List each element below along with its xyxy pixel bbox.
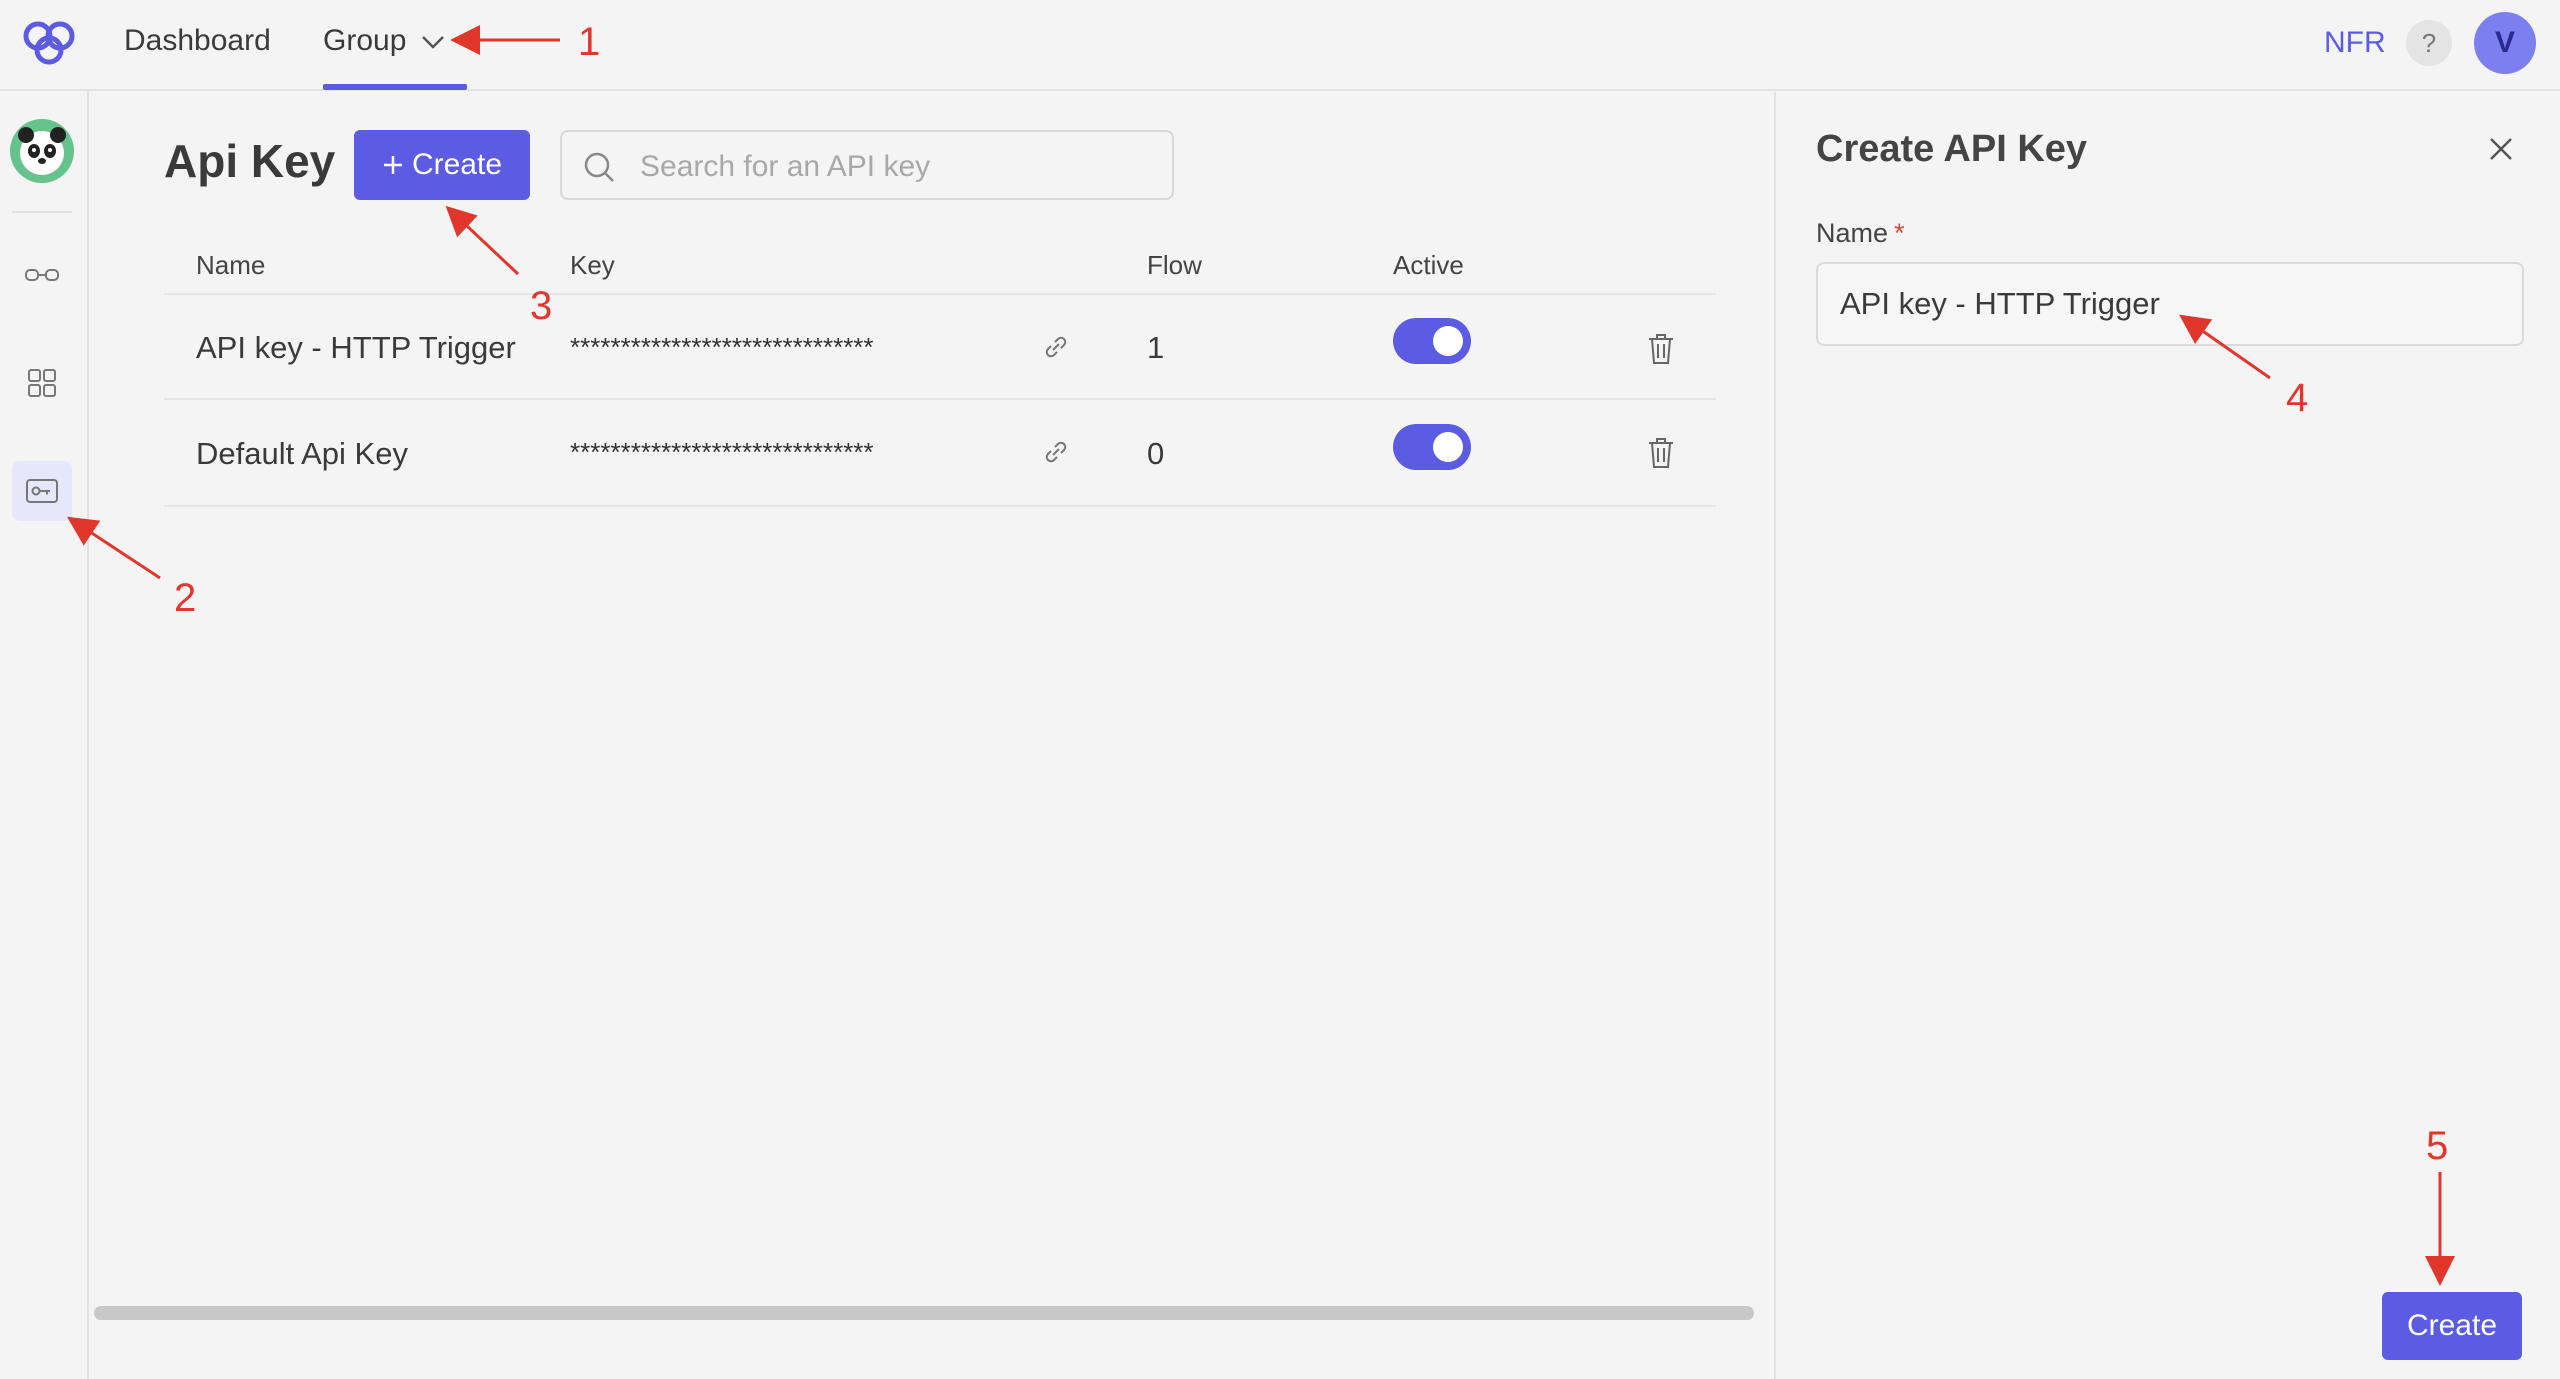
row-flow-count: 0 (1147, 436, 1165, 471)
row-key-masked: ****************************** (570, 332, 874, 362)
column-header-flow[interactable]: Flow (1147, 250, 1202, 281)
active-toggle[interactable] (1393, 424, 1471, 470)
header-divider (164, 293, 1716, 295)
horizontal-scrollbar[interactable] (94, 1306, 1754, 1320)
help-button[interactable]: ? (2406, 20, 2452, 66)
annotation-number: 4 (2286, 376, 2309, 420)
nav-dashboard[interactable]: Dashboard (124, 24, 271, 58)
row-key-masked: ****************************** (570, 437, 874, 467)
annotation-number: 5 (2426, 1124, 2449, 1168)
page-title: Api Key (164, 135, 336, 187)
column-header-active[interactable]: Active (1393, 250, 1464, 281)
column-header-key[interactable]: Key (570, 250, 615, 281)
row-name: API key - HTTP Trigger (196, 330, 516, 365)
create-api-key-button[interactable]: Create (354, 130, 530, 200)
rail-item-flows[interactable] (12, 245, 72, 305)
row-divider (164, 505, 1716, 507)
toggle-knob (1433, 326, 1463, 356)
annotation-number: 2 (174, 576, 197, 620)
close-icon[interactable] (2486, 134, 2516, 164)
left-sidebar (0, 91, 89, 1379)
required-marker: * (1894, 218, 1905, 248)
name-input[interactable] (1816, 262, 2524, 346)
rail-divider (12, 211, 72, 213)
plus-icon (383, 156, 402, 174)
top-navigation-bar: Dashboard Group NFR ? V (0, 0, 2560, 91)
key-icon (26, 479, 58, 503)
drawer-title: Create API Key (1816, 128, 2088, 170)
search-input[interactable]: Search for an API key (560, 130, 1174, 200)
search-placeholder: Search for an API key (640, 150, 931, 183)
user-avatar[interactable]: V (2474, 12, 2536, 74)
name-label-text: Name (1816, 218, 1889, 248)
active-toggle[interactable] (1393, 318, 1471, 364)
rail-item-api-keys[interactable] (12, 461, 72, 521)
trash-icon[interactable] (1646, 332, 1676, 366)
submit-create-button[interactable]: Create (2382, 1292, 2522, 1360)
row-name: Default Api Key (196, 436, 408, 471)
grid-icon (28, 369, 56, 397)
link-nodes-icon (25, 269, 59, 281)
active-tab-indicator (323, 84, 467, 90)
app-logo-icon[interactable] (18, 20, 80, 66)
name-field-label: Name * (1816, 218, 1905, 249)
nav-group[interactable]: Group (323, 24, 406, 58)
workspace-avatar[interactable] (10, 119, 74, 183)
chevron-down-icon[interactable] (420, 32, 446, 52)
create-button-label: Create (411, 148, 503, 181)
user-initial: V (2494, 26, 2515, 59)
help-icon: ? (2421, 27, 2437, 58)
row-flow-count: 1 (1147, 330, 1165, 365)
create-api-key-drawer: Create API Key Name * (1774, 92, 2560, 1379)
panda-avatar-icon (18, 127, 66, 175)
org-switcher[interactable]: NFR (2324, 26, 2386, 60)
trash-icon[interactable] (1646, 436, 1676, 470)
rail-item-apps[interactable] (12, 353, 72, 413)
row-divider (164, 398, 1716, 400)
annotation-number: 3 (530, 284, 553, 328)
search-icon (584, 152, 614, 182)
annotation-number: 1 (578, 20, 601, 64)
column-header-name[interactable]: Name (196, 250, 265, 281)
copy-link-icon[interactable] (1042, 438, 1070, 466)
toggle-knob (1433, 432, 1463, 462)
copy-link-icon[interactable] (1042, 333, 1070, 361)
